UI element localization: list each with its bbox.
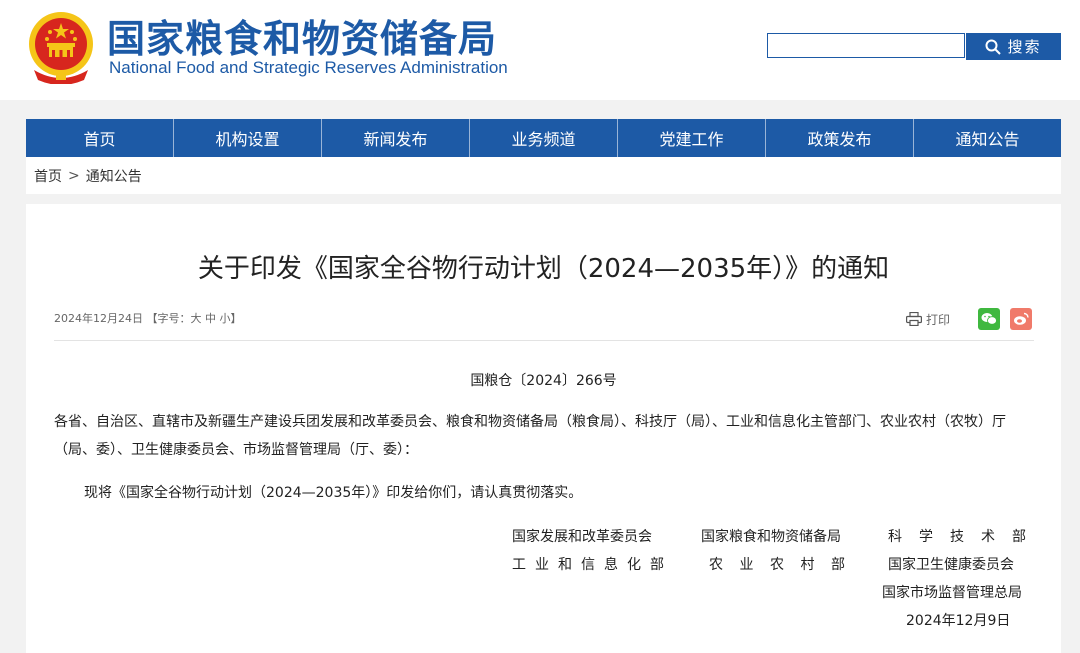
breadcrumb-home[interactable]: 首页 bbox=[34, 166, 62, 186]
print-label: 打印 bbox=[926, 312, 951, 327]
breadcrumb-current[interactable]: 通知公告 bbox=[86, 166, 142, 186]
nav-item-news[interactable]: 新闻发布 bbox=[322, 119, 470, 157]
article-title: 关于印发《国家全谷物行动计划（2024—2035年）》的通知 bbox=[197, 254, 890, 284]
signatory-nhc: 国家卫生健康委员会 bbox=[888, 557, 1014, 573]
national-emblem-icon bbox=[26, 10, 96, 85]
nav-item-notices[interactable]: 通知公告 bbox=[914, 119, 1061, 157]
font-size-medium[interactable]: 中 bbox=[205, 312, 216, 325]
publish-date: 2024年12月24日 bbox=[54, 312, 143, 325]
wechat-icon bbox=[981, 313, 997, 325]
search-button-label: 搜索 bbox=[1007, 38, 1042, 56]
nav-item-party[interactable]: 党建工作 bbox=[618, 119, 766, 157]
signatory-most: 科学技术部 bbox=[888, 529, 1026, 545]
breadcrumb-separator: > bbox=[68, 167, 80, 184]
font-size-large[interactable]: 大 bbox=[191, 312, 202, 325]
print-button[interactable]: 打印 bbox=[906, 311, 950, 328]
search-icon bbox=[985, 39, 1002, 55]
article-tools: 打印 bbox=[906, 308, 1033, 330]
site-header: 国家粮食和物资储备局 National Food and Strategic R… bbox=[0, 0, 1080, 100]
signatory-samr: 国家市场监督管理总局 bbox=[882, 585, 1022, 601]
nav-item-organization[interactable]: 机构设置 bbox=[174, 119, 322, 157]
article-panel: 关于印发《国家全谷物行动计划（2024—2035年）》的通知 2024年12月2… bbox=[26, 204, 1061, 653]
recipients-paragraph: 各省、自治区、直辖市及新疆生产建设兵团发展和改革委员会、粮食和物资储备局（粮食局… bbox=[54, 414, 1006, 458]
signatory-moa: 农业农村部 bbox=[709, 557, 845, 573]
body-paragraph: 现将《国家全谷物行动计划（2024—2035年）》印发给你们，请认真贯彻落实。 bbox=[84, 485, 583, 501]
site-title-en: National Food and Strategic Reserves Adm… bbox=[109, 58, 508, 77]
nav-item-business[interactable]: 业务频道 bbox=[470, 119, 618, 157]
weibo-icon bbox=[1014, 312, 1029, 325]
document-number: 国粮仓〔2024〕266号 bbox=[470, 373, 617, 389]
signatory-ndrc: 国家发展和改革委员会 bbox=[512, 529, 652, 545]
main-nav: 首页 机构设置 新闻发布 业务频道 党建工作 政策发布 通知公告 bbox=[26, 119, 1061, 157]
breadcrumb: 首页 > 通知公告 bbox=[26, 157, 1061, 194]
printer-icon bbox=[906, 312, 922, 326]
article-meta: 2024年12月24日 【字号：大 中 小】 bbox=[54, 310, 242, 326]
font-size-small[interactable]: 小 bbox=[220, 312, 231, 325]
nav-item-home[interactable]: 首页 bbox=[26, 119, 174, 157]
search-input[interactable] bbox=[767, 33, 965, 58]
font-size-label: 【字号： bbox=[146, 312, 191, 325]
meta-divider bbox=[54, 340, 1034, 341]
share-wechat-button[interactable] bbox=[978, 308, 1001, 330]
search-button[interactable]: 搜索 bbox=[966, 33, 1061, 60]
signatory-miit: 工业和信息化部 bbox=[512, 557, 664, 573]
signatory-nfsra: 国家粮食和物资储备局 bbox=[701, 529, 841, 545]
nav-item-policy[interactable]: 政策发布 bbox=[766, 119, 914, 157]
sign-date: 2024年12月9日 bbox=[906, 613, 1011, 629]
share-weibo-button[interactable] bbox=[1010, 308, 1033, 330]
font-size-end: 】 bbox=[230, 312, 242, 325]
site-title-cn: 国家粮食和物资储备局 bbox=[107, 16, 498, 61]
